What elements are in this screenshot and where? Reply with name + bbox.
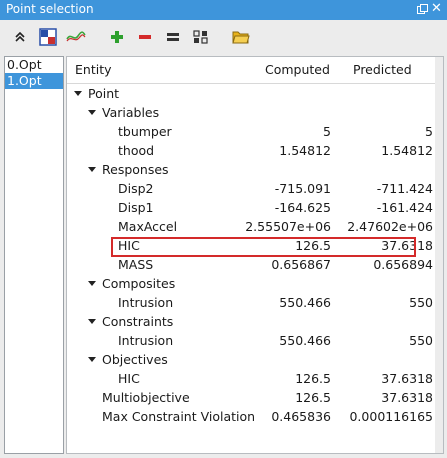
- entity-name: Composites: [102, 276, 176, 291]
- predicted-value: 550: [409, 295, 433, 310]
- curve-plot-button[interactable]: [65, 26, 87, 48]
- toolbar: [0, 22, 447, 54]
- computed-value: 5: [323, 124, 331, 139]
- close-icon[interactable]: ✕: [431, 2, 442, 16]
- list-item[interactable]: 1.Opt: [5, 73, 63, 89]
- entity-name: Disp2: [118, 181, 154, 196]
- entity-name: Intrusion: [118, 333, 174, 348]
- predicted-value: 1.54812: [381, 143, 433, 158]
- folder-open-icon: [232, 31, 250, 44]
- computed-value: -715.091: [274, 181, 331, 196]
- entity-name: Multiobjective: [102, 390, 190, 405]
- entity-name: Max Constraint Violation: [102, 409, 256, 424]
- add-button[interactable]: [106, 26, 128, 48]
- detach-icon[interactable]: [416, 3, 429, 16]
- entity-name: thood: [118, 143, 155, 158]
- table-header: Entity Computed Predicted: [67, 57, 437, 84]
- predicted-column-header[interactable]: Predicted: [353, 62, 412, 77]
- list-item[interactable]: 0.Opt: [5, 57, 63, 73]
- computed-value: 0.656867: [271, 257, 331, 272]
- window-title: Point selection: [6, 2, 94, 16]
- grid-select-icon: [193, 30, 208, 44]
- computed-value: 126.5: [295, 371, 331, 386]
- predicted-value: 5: [425, 124, 433, 139]
- table-row[interactable]: Multiobjective 126.5 37.6318: [67, 388, 437, 407]
- remove-icon: [139, 35, 151, 39]
- table-row[interactable]: Intrusion 550.466 550: [67, 293, 437, 312]
- table-row[interactable]: Point: [67, 84, 437, 103]
- open-file-button[interactable]: [230, 26, 252, 48]
- curve-plot-icon: [66, 31, 86, 42]
- computed-value: 550.466: [279, 333, 331, 348]
- predicted-value: 550: [409, 333, 433, 348]
- entity-name: Responses: [102, 162, 169, 177]
- entity-name: Objectives: [102, 352, 168, 367]
- expand-arrow-icon[interactable]: [88, 281, 96, 286]
- collapse-all-icon: [15, 31, 25, 42]
- table-row[interactable]: Responses: [67, 160, 437, 179]
- entity-name: Intrusion: [118, 295, 174, 310]
- table-row[interactable]: Variables: [67, 103, 437, 122]
- table-row[interactable]: MaxAccel 2.55507e+06 2.47602e+06: [67, 217, 437, 236]
- results-table: Entity Computed Predicted Point Variables…: [66, 56, 444, 454]
- table-row[interactable]: tbumper 5 5: [67, 122, 437, 141]
- predicted-value: 2.47602e+06: [347, 219, 433, 234]
- entity-name: MaxAccel: [118, 219, 178, 234]
- equal-icon: [167, 33, 179, 41]
- table-row[interactable]: Intrusion 550.466 550: [67, 331, 437, 350]
- predicted-value: 37.6318: [381, 371, 433, 386]
- entity-name: MASS: [118, 257, 154, 272]
- table-row[interactable]: Disp1 -164.625 -161.424: [67, 198, 437, 217]
- ls-logo-button[interactable]: [37, 26, 59, 48]
- ls-logo-icon: [39, 28, 57, 46]
- entity-name: Constraints: [102, 314, 174, 329]
- computed-value: 2.55507e+06: [245, 219, 331, 234]
- expand-arrow-icon[interactable]: [88, 167, 96, 172]
- entity-name: tbumper: [118, 124, 172, 139]
- predicted-value: 0.000116165: [349, 409, 433, 424]
- table-row[interactable]: Objectives: [67, 350, 437, 369]
- table-row[interactable]: MASS 0.656867 0.656894: [67, 255, 437, 274]
- equal-button[interactable]: [162, 26, 184, 48]
- entity-name: Disp1: [118, 200, 154, 215]
- entity-column-header[interactable]: Entity: [75, 62, 112, 77]
- predicted-value: 37.6318: [381, 390, 433, 405]
- computed-column-header[interactable]: Computed: [265, 62, 330, 77]
- hic-highlight-box: [111, 237, 416, 257]
- vertical-scrollbar[interactable]: [435, 57, 443, 453]
- computed-value: -164.625: [274, 200, 331, 215]
- collapse-all-button[interactable]: [9, 26, 31, 48]
- expand-arrow-icon[interactable]: [88, 110, 96, 115]
- computed-value: 1.54812: [279, 143, 331, 158]
- predicted-value: 0.656894: [373, 257, 433, 272]
- expand-arrow-icon[interactable]: [74, 91, 82, 96]
- title-bar: Point selection ✕: [0, 0, 447, 20]
- expand-arrow-icon[interactable]: [88, 357, 96, 362]
- predicted-value: -161.424: [376, 200, 433, 215]
- entity-name: Variables: [102, 105, 160, 120]
- table-row[interactable]: Disp2 -715.091 -711.424: [67, 179, 437, 198]
- computed-value: 0.465836: [271, 409, 331, 424]
- entity-name: HIC: [118, 371, 140, 386]
- table-row[interactable]: thood 1.54812 1.54812: [67, 141, 437, 160]
- table-row[interactable]: HIC 126.5 37.6318: [67, 369, 437, 388]
- computed-value: 550.466: [279, 295, 331, 310]
- add-icon: [111, 31, 123, 43]
- entity-name: Point: [88, 86, 120, 101]
- points-list: 0.Opt 1.Opt: [4, 56, 64, 454]
- remove-button[interactable]: [134, 26, 156, 48]
- predicted-value: -711.424: [376, 181, 433, 196]
- expand-arrow-icon[interactable]: [88, 319, 96, 324]
- computed-value: 126.5: [295, 390, 331, 405]
- table-row[interactable]: Max Constraint Violation 0.465836 0.000116…: [67, 407, 437, 426]
- table-row[interactable]: Constraints: [67, 312, 437, 331]
- grid-select-button[interactable]: [190, 26, 212, 48]
- table-row[interactable]: Composites: [67, 274, 437, 293]
